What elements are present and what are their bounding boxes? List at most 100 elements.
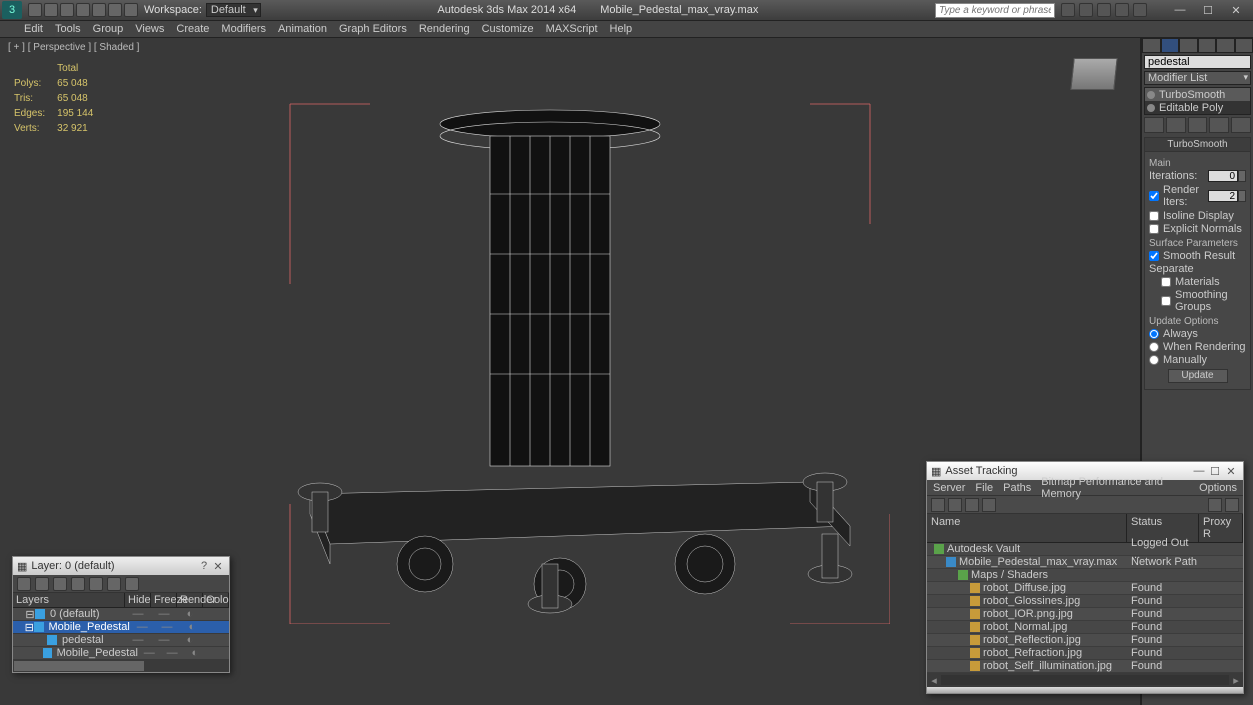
qat-open-icon[interactable] [44, 3, 58, 17]
asset-row[interactable]: Maps / Shaders [927, 569, 1243, 582]
layer-row[interactable]: pedestal——◐ [13, 634, 229, 647]
qat-new-icon[interactable] [28, 3, 42, 17]
tab-create-icon[interactable] [1142, 38, 1161, 53]
asset-help-icon[interactable] [1225, 498, 1239, 512]
viewport-label[interactable]: [ + ] [ Perspective ] [ Shaded ] [8, 42, 139, 53]
layer-row[interactable]: Mobile_Pedestal——◐ [13, 647, 229, 660]
asset-row[interactable]: Mobile_Pedestal_max_vray.maxNetwork Path [927, 556, 1243, 569]
render-iters-checkbox[interactable]: Render Iters: [1149, 184, 1205, 208]
update-manually-radio[interactable]: Manually [1149, 354, 1246, 366]
asset-menu-paths[interactable]: Paths [1003, 482, 1031, 494]
object-name-field[interactable]: pedestal [1144, 55, 1251, 69]
menu-help[interactable]: Help [610, 23, 633, 35]
layers-titlebar[interactable]: ▦ Layer: 0 (default) ? ✕ [13, 557, 229, 575]
asset-menu-file[interactable]: File [975, 482, 993, 494]
asset-menu-bpm[interactable]: Bitmap Performance and Memory [1041, 476, 1189, 500]
close-button[interactable]: ✕ [1229, 4, 1243, 17]
menu-create[interactable]: Create [176, 23, 209, 35]
stack-item-turbosmooth[interactable]: TurboSmooth [1145, 88, 1250, 101]
help-icon[interactable] [1133, 3, 1147, 17]
layers-close-button[interactable]: ✕ [211, 560, 225, 573]
menu-edit[interactable]: Edit [24, 23, 43, 35]
add-to-layer-icon[interactable] [53, 577, 67, 591]
col-render[interactable]: Render [177, 593, 203, 607]
update-always-radio[interactable]: Always [1149, 328, 1246, 340]
render-iters-field[interactable]: 2 [1208, 190, 1238, 202]
tab-motion-icon[interactable] [1198, 38, 1217, 53]
asset-row[interactable]: robot_Diffuse.jpgFound [927, 582, 1243, 595]
make-unique-icon[interactable] [1188, 117, 1208, 133]
render-cell[interactable]: ◐ [179, 621, 204, 633]
col-layers[interactable]: Layers [13, 593, 125, 607]
subscription-icon[interactable] [1079, 3, 1093, 17]
layers-scrollbar[interactable] [13, 660, 229, 672]
scroll-right-icon[interactable]: ▸ [1229, 674, 1243, 687]
scroll-left-icon[interactable]: ◂ [927, 674, 941, 687]
new-layer-icon[interactable] [17, 577, 31, 591]
tab-display-icon[interactable] [1216, 38, 1235, 53]
asset-menu-server[interactable]: Server [933, 482, 965, 494]
render-cell[interactable]: ◐ [177, 634, 203, 646]
qat-undo-icon[interactable] [76, 3, 90, 17]
iterations-field[interactable]: 0 [1208, 170, 1238, 182]
qat-link-icon[interactable] [108, 3, 122, 17]
exchange-icon[interactable] [1097, 3, 1111, 17]
layer-row[interactable]: ⊟0 (default)——◐ [13, 608, 229, 621]
col-hide[interactable]: Hide [125, 593, 151, 607]
asset-row[interactable]: robot_Reflection.jpgFound [927, 634, 1243, 647]
menu-tools[interactable]: Tools [55, 23, 81, 35]
hide-cell[interactable]: — [138, 647, 161, 659]
maximize-button[interactable]: ☐ [1201, 4, 1215, 17]
col-color[interactable]: Colo [203, 593, 229, 607]
lightbulb-icon[interactable] [1147, 104, 1155, 112]
menu-modifiers[interactable]: Modifiers [221, 23, 266, 35]
update-button[interactable]: Update [1168, 369, 1228, 383]
render-cell[interactable]: ◐ [177, 608, 203, 620]
delete-layer-icon[interactable] [35, 577, 49, 591]
asset-minimize-button[interactable]: — [1191, 465, 1207, 477]
menu-grapheditors[interactable]: Graph Editors [339, 23, 407, 35]
col-freeze[interactable]: Freeze [151, 593, 177, 607]
asset-resize-grip[interactable] [927, 687, 1243, 693]
asset-refresh-icon[interactable] [931, 498, 945, 512]
menu-customize[interactable]: Customize [482, 23, 534, 35]
qat-redo-icon[interactable] [92, 3, 106, 17]
qat-save-icon[interactable] [60, 3, 74, 17]
menu-views[interactable]: Views [135, 23, 164, 35]
asset-row[interactable]: robot_IOR.png.jpgFound [927, 608, 1243, 621]
minimize-button[interactable]: — [1173, 4, 1187, 17]
modifier-list-dropdown[interactable]: Modifier List [1144, 71, 1251, 85]
menu-animation[interactable]: Animation [278, 23, 327, 35]
col-proxy[interactable]: Proxy R [1199, 514, 1243, 542]
search-input[interactable] [935, 3, 1055, 18]
menu-group[interactable]: Group [93, 23, 124, 35]
menu-rendering[interactable]: Rendering [419, 23, 470, 35]
spinner-arrows-icon[interactable] [1238, 170, 1246, 182]
explicit-normals-checkbox[interactable]: Explicit Normals [1149, 223, 1246, 235]
tab-hierarchy-icon[interactable] [1179, 38, 1198, 53]
freeze-cell[interactable]: — [155, 621, 180, 633]
remove-modifier-icon[interactable] [1209, 117, 1229, 133]
freeze-cell[interactable]: — [161, 647, 184, 659]
smooth-result-checkbox[interactable]: Smooth Result [1149, 250, 1246, 262]
search-icon[interactable] [1061, 3, 1075, 17]
layers-help-button[interactable]: ? [197, 560, 211, 572]
stack-item-editablepoly[interactable]: Editable Poly [1145, 101, 1250, 114]
render-cell[interactable]: ◐ [183, 647, 206, 659]
asset-row[interactable]: robot_Refraction.jpgFound [927, 647, 1243, 660]
app-logo-icon[interactable]: 3 [2, 1, 22, 19]
asset-maximize-button[interactable]: ☐ [1207, 465, 1223, 478]
rollout-header[interactable]: TurboSmooth [1145, 138, 1250, 152]
highlight-layer-icon[interactable] [89, 577, 103, 591]
select-layer-icon[interactable] [71, 577, 85, 591]
sep-smgroups-checkbox[interactable]: Smoothing Groups [1161, 289, 1246, 313]
tab-utilities-icon[interactable] [1235, 38, 1253, 53]
asset-row[interactable]: robot_Glossines.jpgFound [927, 595, 1243, 608]
asset-row[interactable]: robot_Normal.jpgFound [927, 621, 1243, 634]
freeze-cell[interactable]: — [151, 608, 177, 620]
sep-materials-checkbox[interactable]: Materials [1161, 276, 1246, 288]
expand-icon[interactable]: ⊟ [25, 608, 35, 621]
show-end-result-icon[interactable] [1166, 117, 1186, 133]
expand-icon[interactable]: ⊟ [24, 621, 34, 634]
asset-settings-icon[interactable] [1208, 498, 1222, 512]
